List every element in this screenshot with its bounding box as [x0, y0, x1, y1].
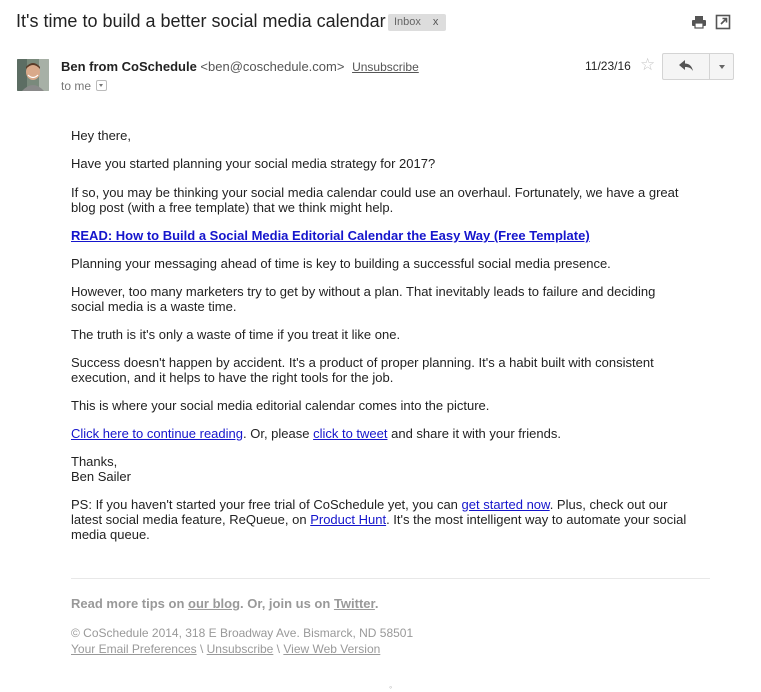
ps-line-1: PS: If you haven't started your free tri… [71, 497, 667, 512]
email-header: It's time to build a better social media… [16, 10, 746, 36]
email-subject: It's time to build a better social media… [16, 11, 386, 31]
star-icon[interactable]: ☆ [640, 56, 655, 73]
paragraph-2-line-1: If so, you may be thinking your social m… [71, 185, 679, 200]
sender-avatar[interactable] [17, 59, 49, 91]
continue-end-text: and share it with your friends. [387, 426, 561, 441]
read-article-link[interactable]: READ: How to Build a Social Media Editor… [71, 228, 590, 243]
recipient-line: to me [61, 79, 108, 93]
tracking-pixel: ◦ [389, 682, 393, 692]
click-to-tweet-link[interactable]: click to tweet [313, 426, 387, 441]
tips-mid-text: . Or, join us on [240, 596, 334, 611]
paragraph-6-line-2: execution, and it helps to have the righ… [71, 370, 394, 385]
footer-links: Your Email Preferences \ Unsubscribe \ V… [71, 642, 380, 656]
tips-end-text: . [374, 596, 379, 611]
continue-reading-link[interactable]: Click here to continue reading [71, 426, 243, 441]
thanks: Thanks, [71, 454, 118, 469]
reply-button-group [662, 53, 734, 80]
copyright-text: © CoSchedule 2014, 318 E Broadway Ave. B… [71, 626, 414, 640]
footer-separator: \ [196, 642, 207, 656]
unsubscribe-link[interactable]: Unsubscribe [352, 60, 419, 74]
footer-divider [71, 578, 710, 579]
paragraph-3: Planning your messaging ahead of time is… [71, 256, 611, 271]
inbox-label[interactable]: Inbox x [388, 14, 447, 31]
greeting: Hey there, [71, 128, 131, 143]
paragraph-2-line-2: blog post (with a free template) that we… [71, 200, 394, 215]
ps-start-text: PS: If you haven't started your free tri… [71, 497, 462, 512]
view-web-version-link[interactable]: View Web Version [283, 642, 380, 656]
more-options-button[interactable] [710, 54, 734, 79]
footer-separator: \ [273, 642, 284, 656]
read-article-paragraph: READ: How to Build a Social Media Editor… [71, 228, 590, 243]
sender-email: <ben@coschedule.com> [200, 59, 345, 74]
sender-name[interactable]: Ben from CoSchedule [61, 59, 197, 74]
twitter-link[interactable]: Twitter [334, 596, 375, 611]
remove-label-button[interactable]: x [433, 16, 439, 28]
continue-mid-text: . Or, please [243, 426, 314, 441]
sender-line: Ben from CoSchedule <ben@coschedule.com>… [61, 59, 419, 74]
reply-button[interactable] [663, 54, 710, 79]
ps-line-3: media queue. [71, 527, 150, 542]
paragraph-4-line-1: However, too many marketers try to get b… [71, 284, 656, 299]
tips-start-text: Read more tips on [71, 596, 189, 611]
ps-mid-text: . Plus, check out our [549, 497, 668, 512]
paragraph-5: The truth is it's only a waste of time i… [71, 327, 401, 342]
open-in-new-window-icon[interactable] [715, 14, 731, 30]
label-name: Inbox [394, 16, 421, 28]
product-hunt-link[interactable]: Product Hunt [310, 512, 386, 527]
email-date: 11/23/16 [585, 59, 631, 73]
footer-unsubscribe-link[interactable]: Unsubscribe [207, 642, 274, 656]
blog-link[interactable]: our blog [188, 596, 240, 611]
reply-arrow-icon [679, 60, 693, 71]
ps-line2-end-text: . It's the most intelligent way to autom… [386, 512, 687, 527]
ps-line2-start-text: latest social media feature, ReQueue, on [71, 512, 311, 527]
signature: Ben Sailer [71, 469, 131, 484]
get-started-link[interactable]: get started now [462, 497, 550, 512]
ps-line-2: latest social media feature, ReQueue, on… [71, 512, 686, 527]
continue-paragraph: Click here to continue reading. Or, plea… [71, 426, 561, 441]
paragraph-4-line-2: social media is a waste time. [71, 299, 237, 314]
paragraph-6-line-1: Success doesn't happen by accident. It's… [71, 355, 654, 370]
footer-tips: Read more tips on our blog. Or, join us … [71, 596, 379, 611]
print-icon[interactable] [691, 14, 707, 30]
recipient-text: to me [61, 79, 92, 93]
email-preferences-link[interactable]: Your Email Preferences [71, 642, 197, 656]
show-details-dropdown-icon[interactable] [96, 80, 108, 92]
paragraph-7: This is where your social media editoria… [71, 398, 490, 413]
paragraph-1: Have you started planning your social me… [71, 156, 436, 171]
